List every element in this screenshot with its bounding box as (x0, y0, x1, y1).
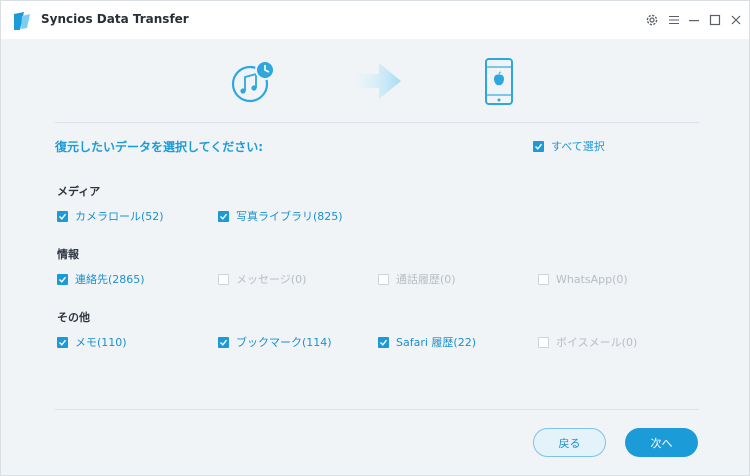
checkmark-icon (57, 336, 68, 348)
checkmark-icon (57, 273, 68, 285)
option-contacts[interactable]: 連絡先(2865) (57, 272, 145, 286)
itunes-backup-icon (231, 60, 275, 103)
checkbox-empty-icon (378, 273, 389, 285)
checkmark-icon (533, 140, 544, 152)
checkbox-empty-icon (538, 273, 549, 285)
settings-gear-icon[interactable] (644, 12, 660, 28)
maximize-icon[interactable] (707, 12, 723, 28)
menu-icon[interactable] (666, 12, 682, 28)
transfer-arrow-icon (353, 63, 401, 99)
checkbox-empty-icon (538, 336, 549, 348)
back-button[interactable]: 戻る (533, 428, 606, 457)
syncios-logo-icon (14, 12, 30, 30)
checkmark-icon (378, 336, 389, 348)
iphone-icon (485, 58, 513, 105)
option-voicemail[interactable]: ボイスメール(0) (538, 335, 637, 349)
checkmark-icon (218, 336, 229, 348)
window-title: Syncios Data Transfer (41, 12, 189, 26)
option-call-history[interactable]: 通話履歴(0) (378, 272, 456, 286)
option-whatsapp[interactable]: WhatsApp(0) (538, 272, 628, 286)
checkmark-icon (218, 210, 229, 222)
app-window: Syncios Data Transfer 復元したいデータを選択してください:… (0, 0, 750, 476)
option-camera-roll[interactable]: カメラロール(52) (57, 209, 164, 223)
next-button[interactable]: 次へ (625, 428, 698, 457)
minimize-icon[interactable] (686, 12, 702, 28)
option-bookmarks[interactable]: ブックマーク(114) (218, 335, 332, 349)
checkmark-icon (57, 210, 68, 222)
select-all-label: すべて選択 (551, 140, 605, 153)
top-divider (55, 122, 699, 123)
option-safari-history[interactable]: Safari 履歴(22) (378, 335, 476, 349)
select-data-heading: 復元したいデータを選択してください: (55, 140, 264, 154)
transfer-graphic (1, 39, 749, 123)
option-messages[interactable]: メッセージ(0) (218, 272, 306, 286)
title-bar: Syncios Data Transfer (1, 1, 749, 39)
section-title-other: その他 (57, 311, 90, 324)
close-icon[interactable] (728, 12, 744, 28)
checkbox-empty-icon (218, 273, 229, 285)
select-all-checkbox[interactable]: すべて選択 (533, 138, 605, 154)
transfer-illustration (231, 58, 513, 105)
option-notes[interactable]: メモ(110) (57, 335, 127, 349)
bottom-divider (55, 409, 699, 410)
section-title-media: メディア (57, 185, 101, 198)
option-photo-library[interactable]: 写真ライブラリ(825) (218, 209, 343, 223)
section-title-info: 情報 (57, 248, 79, 261)
